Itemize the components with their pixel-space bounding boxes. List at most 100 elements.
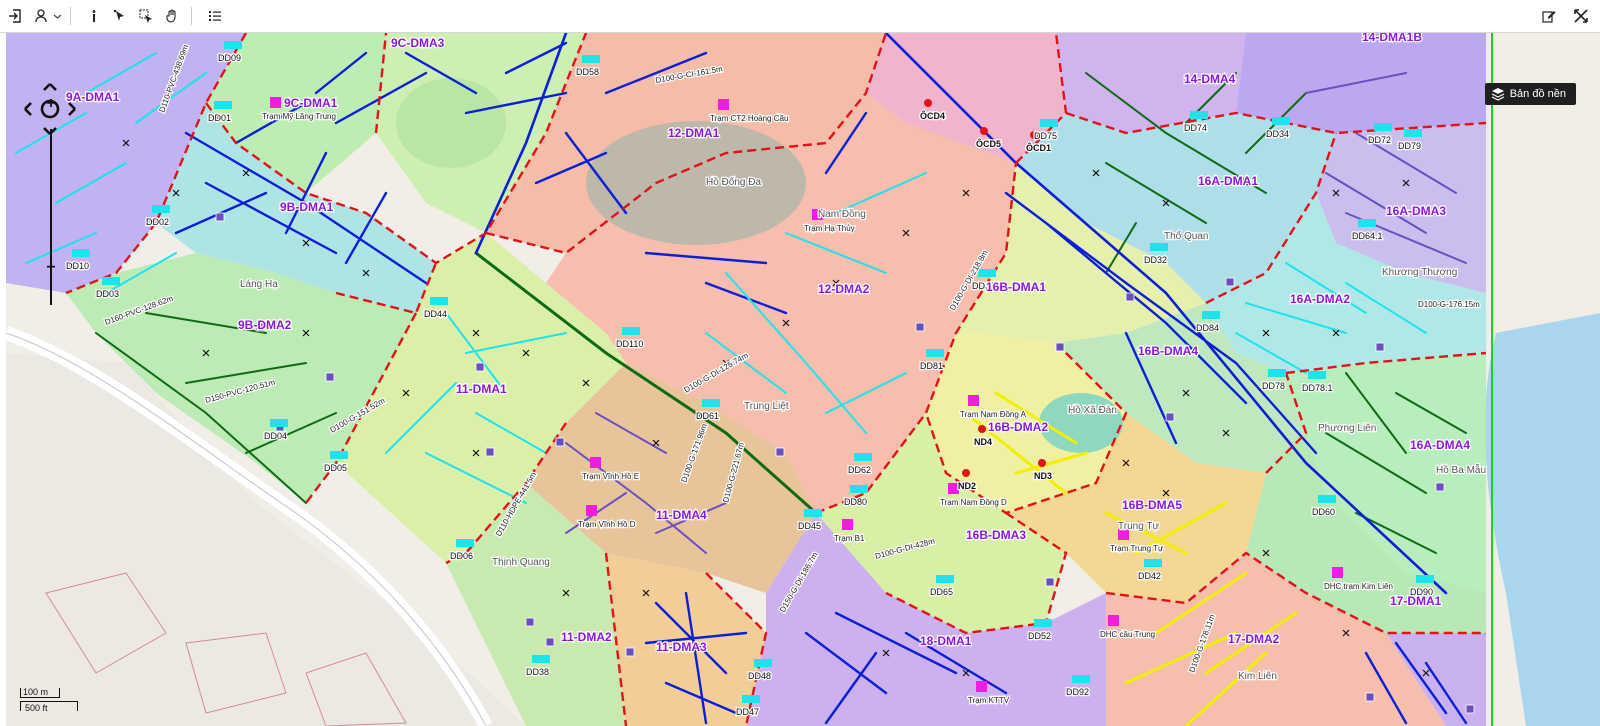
station-marker[interactable] [1108,615,1119,626]
facility-marker[interactable] [215,212,225,222]
dma-label: 16A-DMA4 [1410,438,1470,452]
dma-label: 9C-DMA1 [284,96,338,110]
facility-marker[interactable] [1375,342,1385,352]
facility-marker[interactable] [325,372,335,382]
chevron-down-icon[interactable] [52,5,62,27]
station-marker[interactable] [1332,567,1343,578]
station-marker[interactable] [842,519,853,530]
facility-marker[interactable] [1165,412,1175,422]
dma-label: 9C-DMA3 [391,36,445,50]
node-box [742,695,760,703]
node-label: DD80 [844,497,867,507]
dma-label: 11-DMA2 [561,630,612,644]
node-box [152,205,170,213]
meter-label: ÔCD1 [1026,142,1051,153]
zoom-in-button[interactable]: + [42,96,60,112]
node-label: DD34 [1266,129,1289,139]
facility-marker[interactable] [1365,692,1375,702]
dma-label: 9B-DMA1 [280,200,334,214]
facility-marker[interactable] [1055,342,1065,352]
login-icon[interactable] [4,5,26,27]
pipe-label: D100-G-176.15m [1418,300,1480,309]
node-box [1404,129,1422,137]
fullscreen-icon[interactable] [1570,5,1592,27]
node-box [1358,219,1376,227]
station-marker[interactable] [590,457,601,468]
node-box [622,327,640,335]
station-marker[interactable] [270,97,281,108]
node-box [1190,111,1208,119]
node-box [1034,619,1052,627]
user-location-icon[interactable] [30,5,52,27]
dma-label: 12-DMA2 [818,282,870,296]
station-label: DHC trạm Kim Liên [1324,582,1393,591]
node-label: DD75 [1034,131,1057,141]
park-area [396,78,506,168]
pan-hand-icon[interactable] [161,5,183,27]
dma-label: 17-DMA2 [1228,632,1280,646]
facility-marker[interactable] [1225,277,1235,287]
station-marker[interactable] [586,505,597,516]
node-label: DD64.1 [1352,231,1383,241]
info-icon[interactable] [83,5,105,27]
scale-imperial: 500 ft [20,701,78,713]
facility-marker[interactable] [1045,577,1055,587]
place-label: Thổ Quan [1164,230,1208,242]
node-box [1318,495,1336,503]
node-box [1040,119,1058,127]
basemap-button[interactable]: Bản đồ nền [1484,83,1576,105]
meter-marker[interactable] [978,425,986,433]
node-box [582,55,600,63]
node-box [72,249,90,257]
basemap-label: Bản đồ nền [1509,88,1566,100]
dma-label: 11-DMA3 [656,640,707,654]
node-box [850,485,868,493]
node-label: DD84 [1196,323,1219,333]
facility-marker[interactable] [545,637,555,647]
facility-marker[interactable] [525,617,535,627]
meter-label: ÔCD5 [976,138,1001,149]
meter-marker[interactable] [1038,459,1046,467]
station-marker[interactable] [718,99,729,110]
node-box [854,453,872,461]
facility-marker[interactable] [915,322,925,332]
meter-marker[interactable] [924,99,932,107]
zoom-out-button[interactable]: − [42,260,60,276]
node-label: DD42 [1138,571,1161,581]
dma-label: 14-DMA4 [1184,72,1236,86]
select-point-icon[interactable] [109,5,131,27]
scale-bar: 100 m 500 ft [20,688,78,714]
facility-marker[interactable] [1465,704,1475,714]
legend-list-icon[interactable] [204,5,226,27]
facility-marker[interactable] [775,447,785,457]
zoom-slider[interactable] [48,129,54,305]
place-label: Kim Liên [1238,671,1277,682]
node-box [702,399,720,407]
facility-marker[interactable] [1125,292,1135,302]
edit-icon[interactable] [1538,5,1560,27]
facility-marker[interactable] [1435,482,1445,492]
node-label: DD32 [1144,255,1167,265]
dma-label: 18-DMA1 [920,634,972,648]
node-box [1272,117,1290,125]
node-label: DD61 [696,411,719,421]
node-box [1374,123,1392,131]
station-marker[interactable] [968,395,979,406]
node-label: DD06 [450,551,473,561]
facility-marker[interactable] [555,437,565,447]
water-network-map[interactable]: DD09 DD01 DD02 DD10 DD03 DD44 DD04 DD05 DD06 DD11… [6,33,1600,726]
select-area-icon[interactable] [135,5,157,27]
facility-marker[interactable] [485,447,495,457]
meter-marker[interactable] [980,127,988,135]
station-marker[interactable] [976,681,987,692]
meter-label: ND2 [958,481,976,491]
facility-marker[interactable] [475,362,485,372]
meter-marker[interactable] [962,469,970,477]
map-canvas[interactable]: DD09 DD01 DD02 DD10 DD03 DD44 DD04 DD05 DD06 DD11… [6,33,1600,726]
node-label: DD45 [798,521,821,531]
facility-marker[interactable] [625,647,635,657]
station-label: Trạm Trung Tự [1110,544,1164,553]
dma-label: 9B-DMA2 [238,318,292,332]
toolbar-divider [70,7,71,25]
node-label: DD110 [616,339,643,349]
